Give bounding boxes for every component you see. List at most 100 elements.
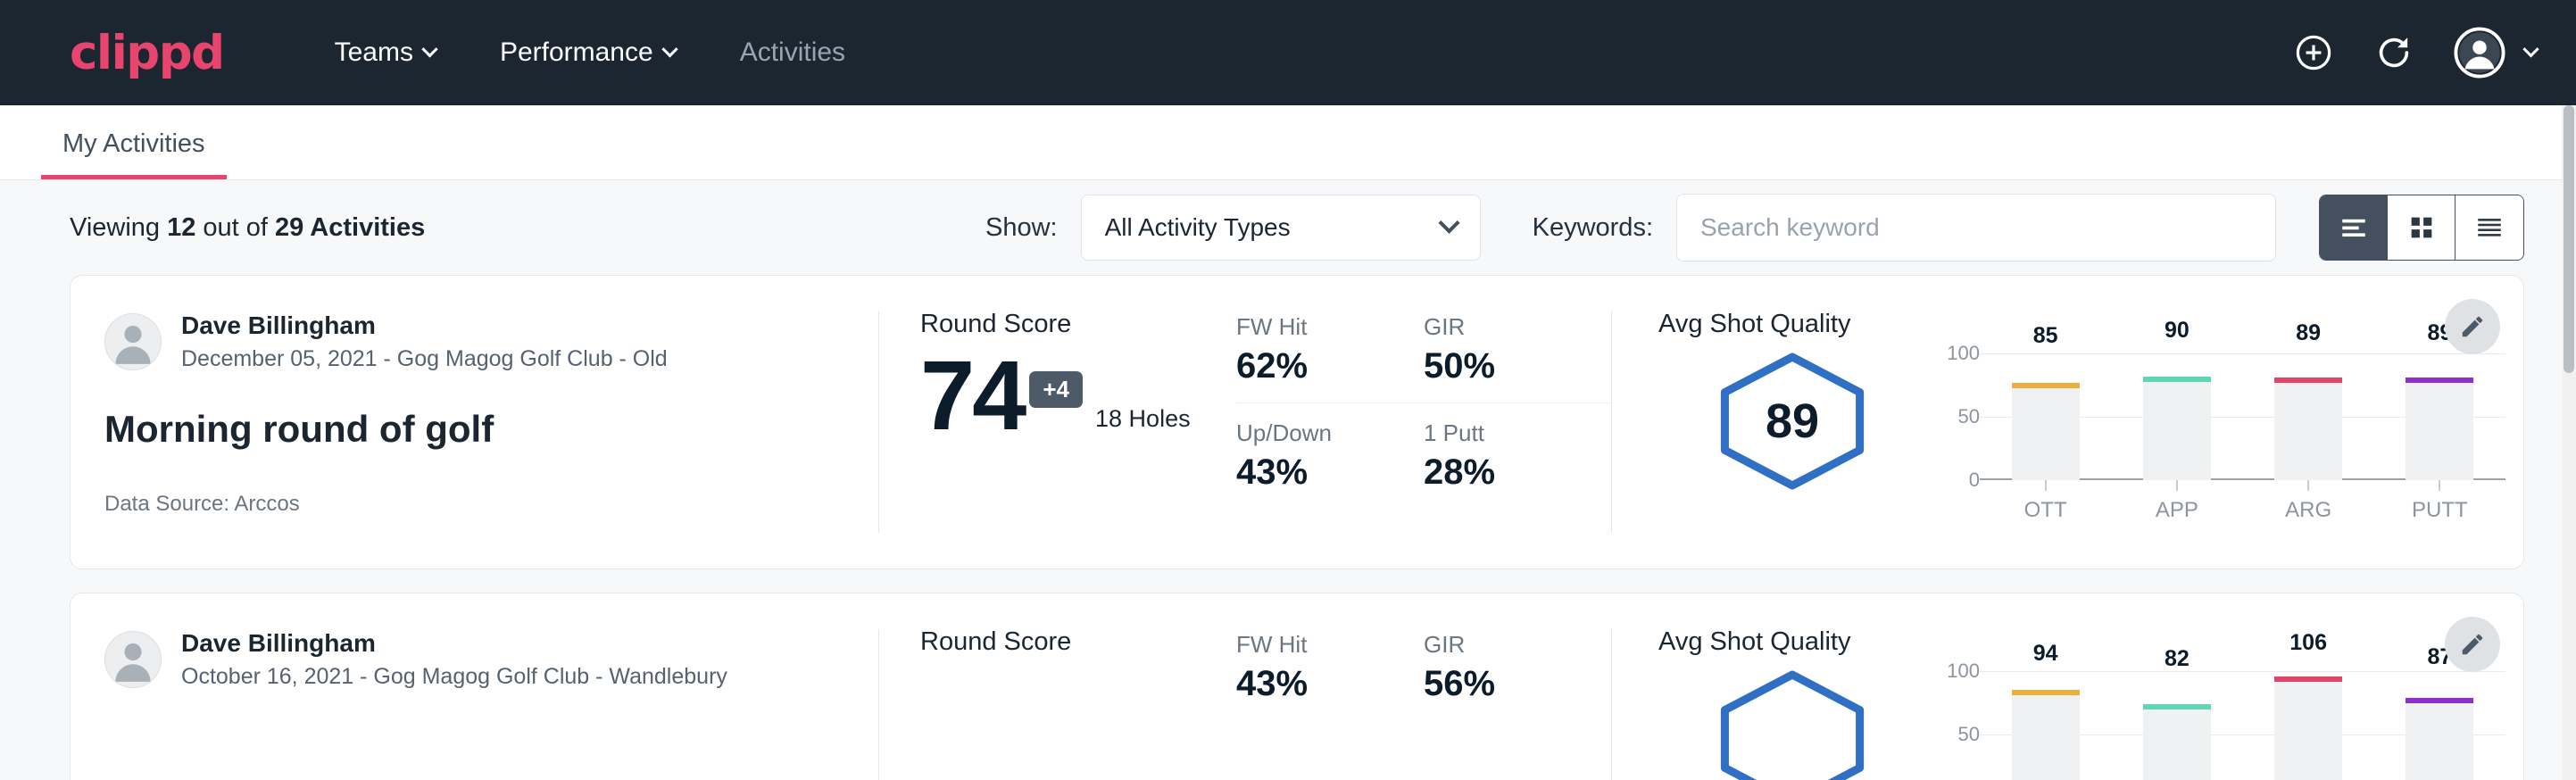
compact-view-button[interactable] (2456, 195, 2523, 260)
person-row: Dave Billingham December 05, 2021 - Gog … (104, 310, 852, 374)
chart-y-axis: 100 50 0 (1926, 353, 1980, 480)
grid-view-icon (2406, 212, 2437, 243)
hexagon-icon (1712, 668, 1873, 780)
keywords-group: Keywords: (1533, 194, 2276, 261)
bar-ott: 94 (1980, 671, 2111, 780)
shot-quality-chart: 100 50 0 85 (1926, 344, 2523, 480)
viewing-mid: out of (195, 213, 275, 242)
viewing-prefix: Viewing (70, 213, 167, 242)
x-tick-putt: PUTT (2374, 480, 2505, 523)
chevron-down-icon (421, 41, 437, 57)
account-avatar[interactable] (2454, 27, 2537, 79)
bar-rect (2274, 378, 2342, 480)
nav-item-activities[interactable]: Activities (708, 29, 877, 77)
activity-card[interactable]: Dave Billingham December 05, 2021 - Gog … (70, 275, 2524, 569)
bar-rect (2143, 377, 2211, 480)
bar-rect (2406, 698, 2473, 780)
show-label: Show: (985, 213, 1058, 243)
activity-meta: December 05, 2021 - Gog Magog Golf Club … (181, 344, 668, 374)
view-mode-toggle (2319, 195, 2524, 261)
scrollbar-thumb[interactable] (2564, 105, 2574, 373)
activity-card[interactable]: Dave Billingham October 16, 2021 - Gog M… (70, 593, 2524, 780)
tab-my-activities[interactable]: My Activities (41, 129, 227, 179)
round-stats: FW Hit 62% GIR 50% Up/Down 43% 1 Putt 28… (1236, 276, 1611, 568)
y-tick: 50 (1958, 405, 1980, 428)
x-tick-label: ARG (2285, 498, 2331, 523)
bar-cap (2274, 378, 2342, 383)
edit-activity-button[interactable] (2445, 299, 2500, 354)
list-view-button[interactable] (2320, 195, 2388, 260)
stat-fw-hit: FW Hit 43% (1236, 631, 1424, 704)
nav-item-teams[interactable]: Teams (303, 29, 468, 77)
stat-value: 43% (1236, 664, 1400, 704)
bar-value-label: 106 (2289, 630, 2327, 656)
person-name: Dave Billingham (181, 627, 727, 659)
y-tick: 0 (1969, 469, 1980, 492)
tick-mark (2176, 480, 2178, 491)
activity-list: Dave Billingham December 05, 2021 - Gog … (0, 275, 2576, 780)
activity-info: Dave Billingham October 16, 2021 - Gog M… (71, 593, 878, 780)
stat-label: FW Hit (1236, 313, 1400, 341)
activity-title: Morning round of golf (104, 408, 852, 451)
shot-quality-chart: 100 50 0 94 (1926, 662, 2523, 780)
chevron-down-icon (661, 41, 677, 57)
stat-label: 1 Putt (1424, 419, 1588, 447)
round-score-label: Round Score (920, 627, 1236, 657)
edit-activity-button[interactable] (2445, 617, 2500, 672)
grid-view-button[interactable] (2388, 195, 2456, 260)
round-score-value: 74 (920, 352, 1024, 440)
quality-hexagon (1658, 662, 1926, 780)
x-tick-label: OTT (2024, 498, 2067, 523)
bar-value-label: 89 (2296, 320, 2321, 346)
round-score-row: 74 +4 18 Holes (920, 352, 1236, 440)
avg-shot-quality-label: Avg Shot Quality (1658, 310, 2523, 339)
list-view-icon (2339, 212, 2369, 243)
nav-item-label: Activities (740, 37, 845, 68)
tick-mark (2439, 480, 2440, 491)
viewing-total: 29 (275, 213, 303, 242)
activity-type-select[interactable]: All Activity Types (1081, 195, 1481, 261)
stat-1-putt: 1 Putt 28% (1424, 403, 1611, 493)
refresh-icon[interactable] (2373, 32, 2414, 73)
bar-value-label: 90 (2165, 318, 2190, 344)
bar-cap (2143, 704, 2211, 709)
stat-value: 62% (1236, 346, 1400, 386)
bar-cap (2143, 377, 2211, 382)
x-tick-app: APP (2111, 480, 2242, 523)
chart-x-axis: OTT APP ARG PUTT (1980, 480, 2523, 523)
activity-info: Dave Billingham December 05, 2021 - Gog … (71, 276, 878, 568)
stat-label: Up/Down (1236, 419, 1400, 447)
chart-plot-area: 85 90 (1980, 353, 2505, 480)
chart-bars: 85 90 (1980, 353, 2505, 480)
user-avatar-icon (2454, 27, 2505, 79)
person-row: Dave Billingham October 16, 2021 - Gog M… (104, 627, 852, 692)
bar-arg: 89 (2243, 353, 2374, 480)
header-actions (2293, 27, 2537, 79)
user-avatar-icon (105, 313, 161, 369)
clippd-logo[interactable]: clippd (70, 29, 224, 77)
bar-value-label: 85 (2033, 323, 2058, 349)
round-score-section: Round Score 74 +4 18 Holes (879, 276, 1236, 568)
page-scrollbar[interactable] (2562, 105, 2576, 780)
user-avatar-icon (105, 631, 161, 687)
bar-cap (2274, 676, 2342, 682)
data-source: Data Source: Arccos (104, 492, 852, 517)
viewing-count: 12 (167, 213, 195, 242)
avatar (104, 313, 162, 370)
stat-gir: GIR 56% (1424, 631, 1611, 704)
avg-shot-quality-label: Avg Shot Quality (1658, 627, 2523, 657)
x-tick-ott: OTT (1980, 480, 2111, 523)
round-score-label: Round Score (920, 310, 1236, 339)
search-input[interactable] (1676, 194, 2276, 261)
bar-cap (2012, 383, 2080, 388)
activity-type-value: All Activity Types (1105, 213, 1291, 242)
bar-cap (2406, 698, 2473, 703)
bar-putt: 89 (2374, 353, 2505, 480)
stat-value: 56% (1424, 664, 1588, 704)
nav-item-performance[interactable]: Performance (468, 29, 708, 77)
tick-mark (2045, 480, 2047, 491)
filter-toolbar: Viewing 12 out of 29 Activities Show: Al… (0, 180, 2576, 275)
y-tick: 100 (1947, 660, 1980, 683)
bar-rect (2143, 704, 2211, 780)
add-icon[interactable] (2293, 32, 2334, 73)
